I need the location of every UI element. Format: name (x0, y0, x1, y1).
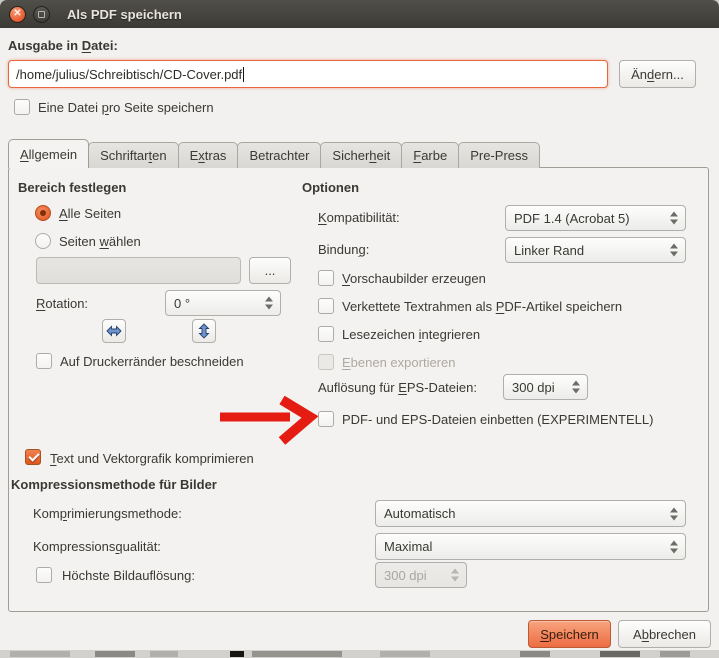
pages-input (36, 257, 241, 284)
eps-resolution-spinner[interactable]: 300 dpi (503, 374, 588, 400)
compression-method-label: Komprimierungsmethode: (33, 506, 182, 522)
tab-bar: Allgemein Schriftarten Extras Betrachter… (8, 139, 540, 168)
one-file-per-page-label[interactable]: Eine Datei pro Seite speichern (38, 100, 214, 116)
tab-extras[interactable]: Extras (178, 142, 239, 168)
compression-quality-label: Kompressionsqualität: (33, 539, 161, 555)
compression-section-title: Kompressionsmethode für Bilder (11, 477, 217, 493)
ellipsis-button[interactable]: ... (249, 257, 291, 284)
one-file-per-page-checkbox[interactable] (14, 99, 30, 115)
max-resolution-value: 300 dpi (384, 568, 427, 583)
compression-method-value: Automatisch (384, 506, 456, 521)
spinner-arrows-icon (451, 569, 459, 582)
eps-resolution-label: Auflösung für EPS-Dateien: (318, 380, 477, 396)
cancel-button[interactable]: Abbrechen (618, 620, 711, 648)
rotation-value: 0 ° (174, 296, 190, 311)
embed-pdf-eps-label[interactable]: PDF- und EPS-Dateien einbetten (EXPERIME… (342, 412, 653, 428)
dialog-body: Ausgabe in Datei: /home/julius/Schreibti… (0, 28, 719, 650)
tab-schriftarten[interactable]: Schriftarten (88, 142, 179, 168)
binding-value: Linker Rand (514, 243, 584, 258)
mirror-vertical-button[interactable] (192, 319, 216, 343)
choose-pages-radio[interactable] (35, 233, 51, 249)
compatibility-select[interactable]: PDF 1.4 (Acrobat 5) (505, 205, 686, 231)
rotation-spinner[interactable]: 0 ° (165, 290, 281, 316)
file-path-value: /home/julius/Schreibtisch/CD-Cover.pdf (16, 67, 242, 82)
rotation-label: Rotation: (36, 296, 88, 312)
window-title: Als PDF speichern (67, 7, 182, 22)
all-pages-label[interactable]: Alle Seiten (59, 206, 121, 222)
close-button[interactable]: ✕ (9, 6, 26, 23)
combo-arrows-icon (670, 212, 678, 225)
clip-to-margins-label[interactable]: Auf Druckerränder beschneiden (60, 354, 244, 370)
max-resolution-spinner: 300 dpi (375, 562, 467, 588)
titlebar[interactable]: ✕ Als PDF speichern (0, 0, 719, 28)
close-icon: ✕ (13, 9, 21, 19)
articles-checkbox[interactable] (318, 298, 334, 314)
screen-artifact-strip (0, 650, 719, 658)
save-as-pdf-dialog: ✕ Als PDF speichern Ausgabe in Datei: /h… (0, 0, 719, 658)
max-resolution-label[interactable]: Höchste Bildauflösung: (62, 568, 195, 584)
mirror-horizontal-button[interactable] (102, 319, 126, 343)
combo-arrows-icon (670, 540, 678, 553)
choose-pages-label[interactable]: Seiten wählen (59, 234, 141, 250)
tab-farbe[interactable]: Farbe (401, 142, 459, 168)
eps-resolution-value: 300 dpi (512, 380, 555, 395)
text-caret (243, 67, 244, 82)
options-section-title: Optionen (302, 180, 359, 196)
compression-method-select[interactable]: Automatisch (375, 500, 686, 527)
tab-betrachter[interactable]: Betrachter (237, 142, 321, 168)
combo-arrows-icon (670, 507, 678, 520)
compress-text-checkbox[interactable] (25, 449, 41, 465)
binding-label: Bindung: (318, 242, 369, 258)
vertical-double-arrow-icon (198, 323, 210, 339)
change-button[interactable]: Ändern... (619, 60, 696, 88)
compression-quality-value: Maximal (384, 539, 432, 554)
combo-arrows-icon (670, 244, 678, 257)
thumbnails-label[interactable]: Vorschaubilder erzeugen (342, 271, 486, 287)
bookmarks-label[interactable]: Lesezeichen integrieren (342, 327, 480, 343)
all-pages-radio[interactable] (35, 205, 51, 221)
compatibility-value: PDF 1.4 (Acrobat 5) (514, 211, 630, 226)
tab-pre-press[interactable]: Pre-Press (458, 142, 540, 168)
compress-text-label[interactable]: Text und Vektorgrafik komprimieren (50, 451, 254, 467)
layers-label: Ebenen exportieren (342, 355, 455, 371)
spinner-arrows-icon[interactable] (265, 297, 273, 310)
file-path-input[interactable]: /home/julius/Schreibtisch/CD-Cover.pdf (8, 60, 608, 88)
thumbnails-checkbox[interactable] (318, 270, 334, 286)
tab-sicherheit[interactable]: Sicherheit (320, 142, 402, 168)
output-file-label: Ausgabe in Datei: (8, 38, 118, 54)
embed-pdf-eps-checkbox[interactable] (318, 411, 334, 427)
binding-select[interactable]: Linker Rand (505, 237, 686, 263)
compatibility-label: Kompatibilität: (318, 210, 400, 226)
save-button[interactable]: Speichern (528, 620, 611, 648)
spinner-arrows-icon[interactable] (572, 381, 580, 394)
max-resolution-checkbox[interactable] (36, 567, 52, 583)
clip-to-margins-checkbox[interactable] (36, 353, 52, 369)
layers-checkbox (318, 354, 334, 370)
range-section-title: Bereich festlegen (18, 180, 126, 196)
maximize-icon (38, 11, 45, 18)
red-arrow-annotation (210, 396, 322, 446)
compression-quality-select[interactable]: Maximal (375, 533, 686, 560)
bookmarks-checkbox[interactable] (318, 326, 334, 342)
maximize-button[interactable] (33, 6, 50, 23)
tab-allgemein[interactable]: Allgemein (8, 139, 89, 168)
articles-label[interactable]: Verkettete Textrahmen als PDF-Artikel sp… (342, 299, 622, 315)
horizontal-double-arrow-icon (106, 325, 122, 337)
